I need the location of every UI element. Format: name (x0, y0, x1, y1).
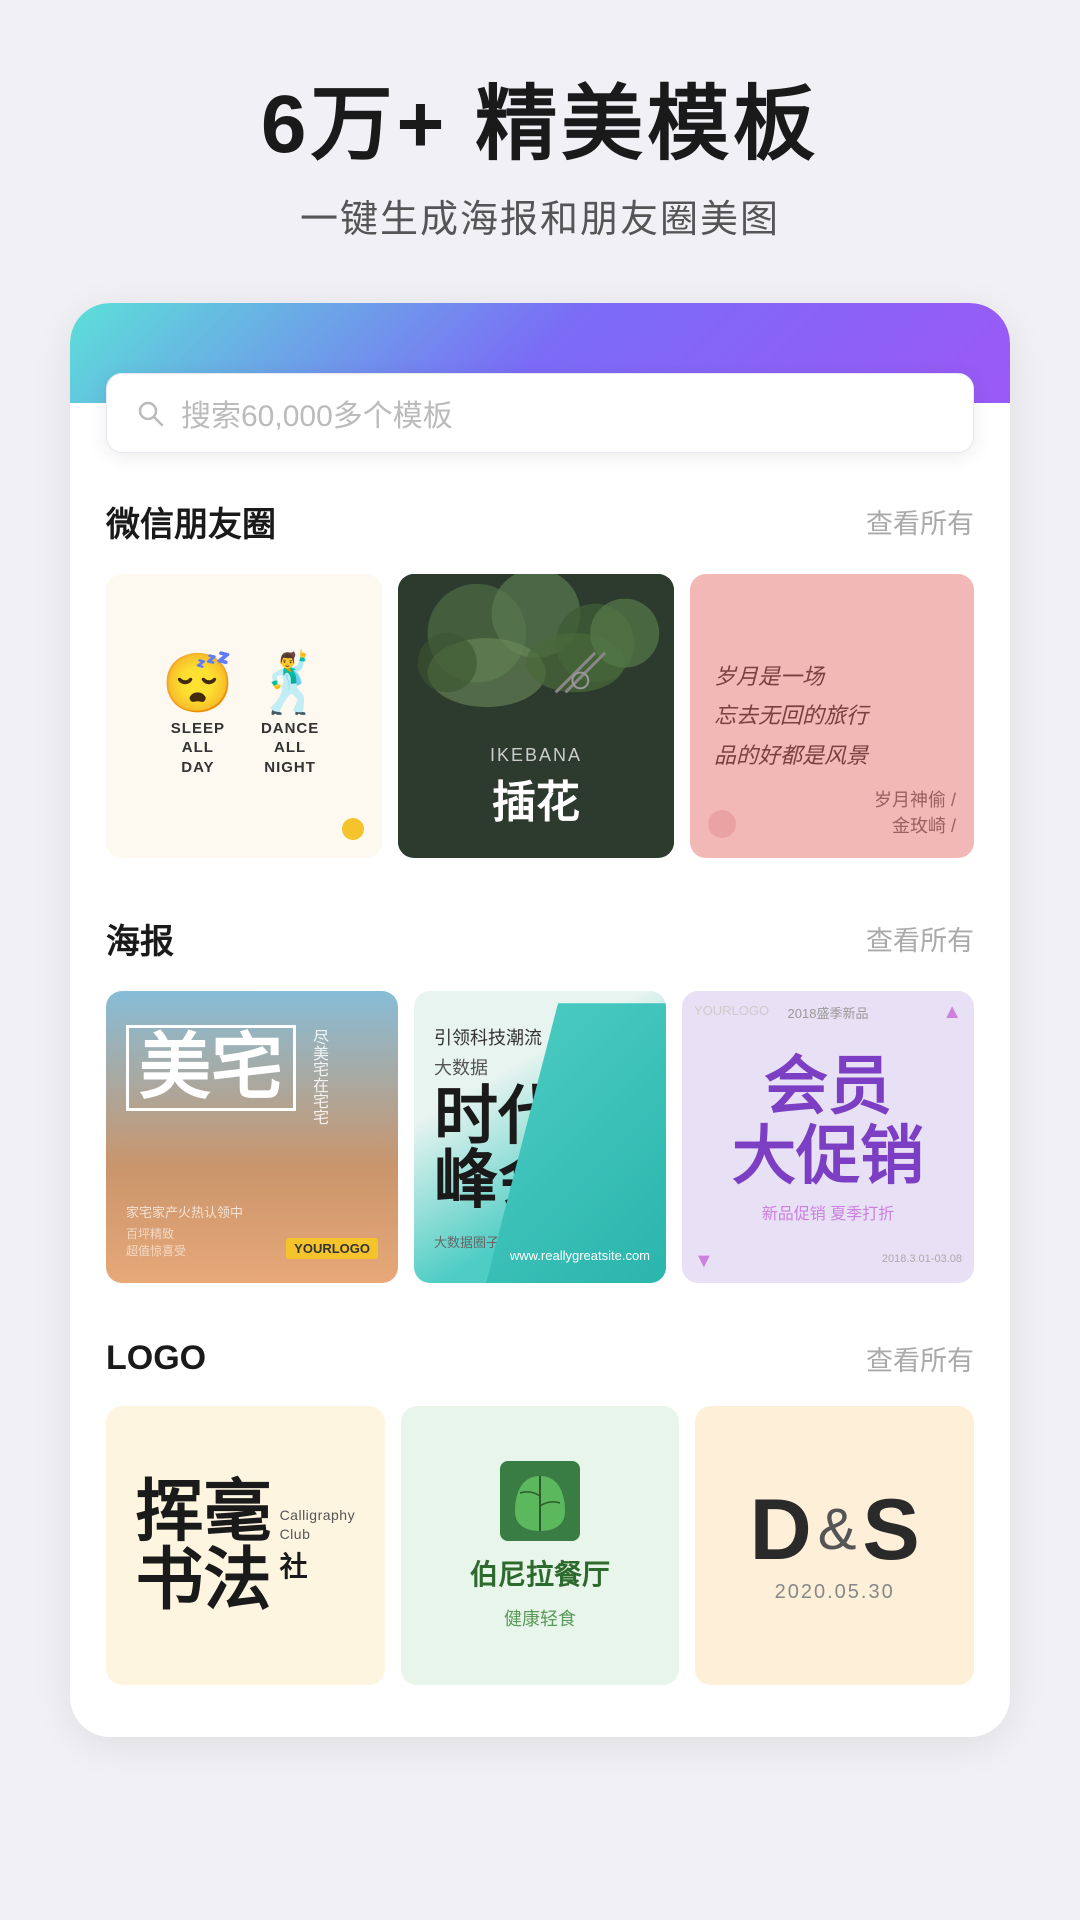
logo-section-title: LOGO (106, 1339, 206, 1378)
wechat-template-3[interactable]: 岁月是一场 忘去无回的旅行 品的好都是风景 岁月神偷 / 金玫崎 / (690, 574, 974, 858)
poster-side-char: 尽美宅在宅宅 (306, 1025, 330, 1125)
search-placeholder-text: 搜索60,000多个模板 (181, 391, 453, 435)
deco-arrow-top: ▲ (942, 1001, 962, 1024)
wechat-section-title: 微信朋友圈 (106, 497, 276, 546)
poster-section-header: 海报 查看所有 (106, 914, 974, 963)
ikebana-cn: 插花 (398, 766, 674, 830)
logo-template-3[interactable]: D & S 2020.05.30 (695, 1406, 974, 1685)
member-main: 会员大促销 (732, 1051, 924, 1192)
ds-letter-s: S (862, 1487, 919, 1573)
deco-arrow-bot: ▼ (694, 1250, 714, 1273)
wechat-view-all[interactable]: 查看所有 (866, 502, 974, 541)
poster-bottom-text: 家宅家产火热认领中 (126, 1202, 378, 1221)
website-text: www.reallygreatsite.com (510, 1248, 650, 1263)
poster-date: 百坪精致超值惊喜受 (126, 1225, 186, 1259)
bigdata-detail: 大数据圈子 (434, 1232, 499, 1251)
logo-template-grid: 挥毫书法 CalligraphyClub 社 伯尼拉餐厅 (106, 1406, 974, 1685)
logo-section-header: LOGO 查看所有 (106, 1339, 974, 1378)
logo-template-1[interactable]: 挥毫书法 CalligraphyClub 社 (106, 1406, 385, 1685)
poster-section: 海报 查看所有 美宅 尽美宅在宅宅 家宅家产火热认领中 百坪精致超值惊喜受 YO… (70, 870, 1010, 1295)
ikebana-en: IKEBANA (398, 745, 674, 766)
search-bar[interactable]: 搜索60,000多个模板 (106, 373, 974, 453)
poster-section-title: 海报 (106, 914, 174, 963)
poster-template-2[interactable]: 引领科技潮流 大数据 时代峰会 大数据圈子 www.reallygreatsit… (414, 991, 666, 1283)
wechat-template-grid: 😴 SLEEPALLDAY 🕺 DANCEALLNIGHT (106, 574, 974, 858)
bigdata-sub: 大数据 (434, 1054, 488, 1080)
bigdata-prefix: 引领科技潮流 (434, 1024, 542, 1050)
hero-title: 6万+ 精美模板 (40, 80, 1040, 170)
poster-3-dates: 2018.3.01-03.08 (882, 1251, 962, 1268)
wechat-section-header: 微信朋友圈 查看所有 (106, 497, 974, 546)
wechat-template-1[interactable]: 😴 SLEEPALLDAY 🕺 DANCEALLNIGHT (106, 574, 382, 858)
logo-view-all[interactable]: 查看所有 (866, 1339, 974, 1378)
ds-amp: & (818, 1501, 857, 1559)
your-logo-badge: YOURLOGO (286, 1238, 378, 1259)
yellow-dot-deco (342, 818, 364, 840)
search-icon (135, 398, 165, 428)
restaurant-name: 伯尼拉餐厅 (470, 1553, 610, 1593)
poster-template-1[interactable]: 美宅 尽美宅在宅宅 家宅家产火热认领中 百坪精致超值惊喜受 YOURLOGO (106, 991, 398, 1283)
logo-section: LOGO 查看所有 挥毫书法 CalligraphyClub 社 (70, 1295, 1010, 1697)
hero-section: 6万+ 精美模板 一键生成海报和朋友圈美图 (0, 0, 1080, 303)
main-card: 搜索60,000多个模板 微信朋友圈 查看所有 😴 SLEEPALLDAY 🕺 (70, 303, 1010, 1737)
yourlogo-small: YOURLOGO (694, 1003, 769, 1018)
poster-template-3[interactable]: 2018盛季新品 会员大促销 新品促销 夏季打折 ▲ ▼ YOURLOGO 20… (682, 991, 974, 1283)
search-area: 搜索60,000多个模板 (70, 373, 1010, 453)
poem-text: 岁月是一场 忘去无回的旅行 品的好都是风景 (714, 657, 950, 776)
pink-dot-deco (708, 810, 736, 838)
wechat-section: 微信朋友圈 查看所有 😴 SLEEPALLDAY 🕺 DANCEALLNIGHT (70, 453, 1010, 870)
ds-letter-d: D (750, 1487, 812, 1573)
poster-view-all[interactable]: 查看所有 (866, 919, 974, 958)
poem-author: 岁月神偷 / 金玫崎 / (874, 786, 956, 838)
ikebana-overlay: IKEBANA 插花 (398, 745, 674, 830)
poster-main-char: 美宅 (126, 1025, 296, 1111)
calligraphy-she: 社 (280, 1545, 308, 1585)
logo-template-2[interactable]: 伯尼拉餐厅 健康轻食 (401, 1406, 680, 1685)
leaf-icon (500, 1461, 580, 1541)
ds-date: 2020.05.30 (775, 1581, 895, 1604)
calligraphy-cn: 挥毫书法 (136, 1478, 272, 1614)
calligraphy-en: CalligraphyClub (280, 1506, 356, 1542)
member-sub: 新品促销 夏季打折 (762, 1200, 894, 1224)
restaurant-sub: 健康轻食 (504, 1605, 576, 1631)
poster-template-grid: 美宅 尽美宅在宅宅 家宅家产火热认领中 百坪精致超值惊喜受 YOURLOGO 引… (106, 991, 974, 1283)
wechat-template-2[interactable]: IKEBANA 插花 (398, 574, 674, 858)
hero-subtitle: 一键生成海报和朋友圈美图 (40, 188, 1040, 243)
